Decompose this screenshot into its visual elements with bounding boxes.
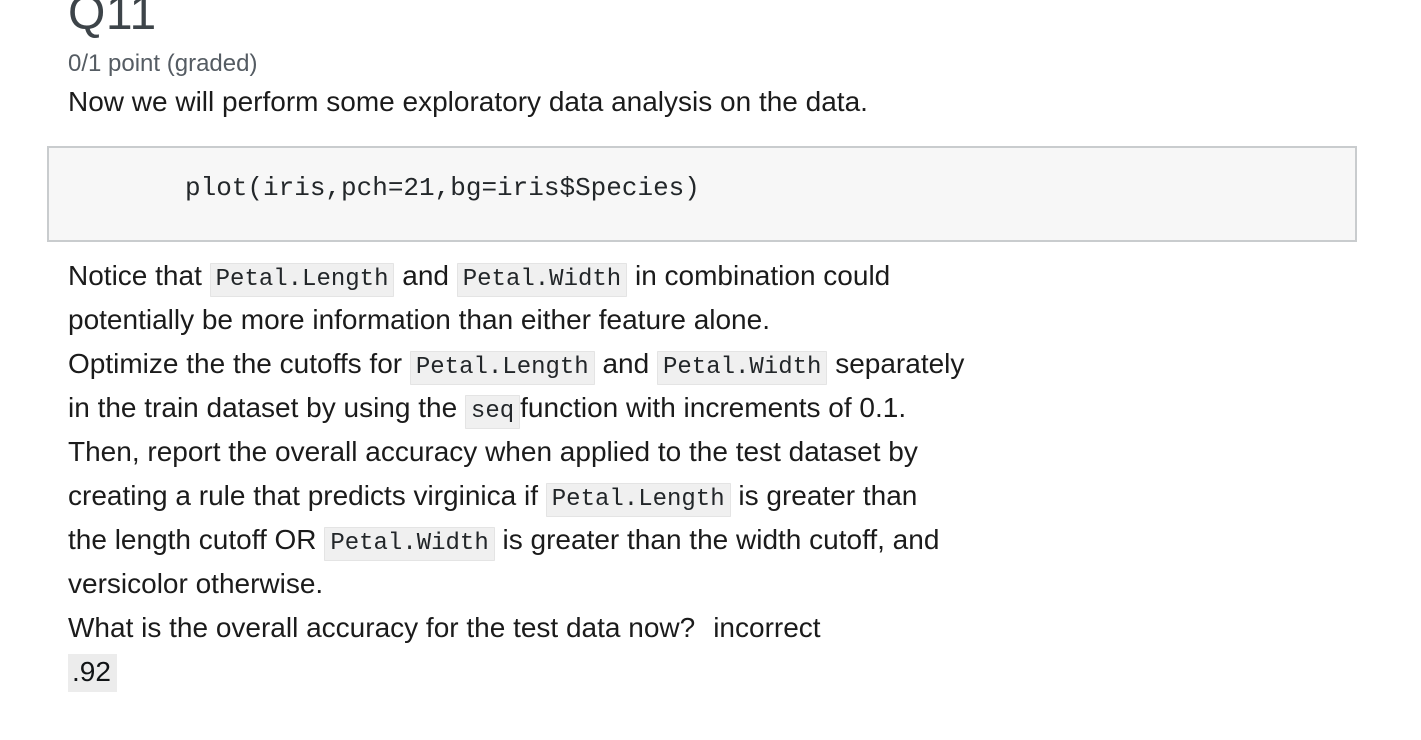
answer-value: .92 — [68, 653, 117, 693]
prompt-body: Notice that Petal.Length and Petal.Width… — [68, 254, 1328, 694]
prompt-line-6-text-a: creating a rule that predicts virginica … — [68, 479, 546, 511]
prompt-question-text: What is the overall accuracy for the tes… — [68, 611, 696, 643]
prompt-line-3: Optimize the the cutoffs for Petal.Lengt… — [68, 342, 1328, 386]
inline-code-petal-length-1: Petal.Length — [209, 263, 395, 298]
prompt-line-1-text-a: Notice that — [68, 260, 210, 292]
prompt-line-1: Notice that Petal.Length and Petal.Width… — [68, 254, 1328, 298]
prompt-line-7-text-a: the length cutoff OR — [68, 523, 325, 555]
prompt-line-4: in the train dataset by using the seq fun… — [68, 386, 1328, 430]
intro-paragraph: Now we will perform some exploratory dat… — [68, 86, 868, 118]
prompt-line-8: versicolor otherwise. — [68, 567, 324, 599]
code-block-text: plot(iris,pch=21,bg=iris$Species) — [185, 173, 700, 204]
inline-code-petal-width-2: Petal.Width — [656, 351, 828, 386]
prompt-line-9: What is the overall accuracy for the tes… — [68, 606, 1328, 650]
prompt-line-3-text-b: and — [594, 348, 657, 380]
inline-code-petal-width-1: Petal.Width — [456, 263, 628, 298]
prompt-line-6: creating a rule that predicts virginica … — [68, 474, 1328, 518]
prompt-line-7: the length cutoff OR Petal.Width is grea… — [68, 518, 1328, 562]
prompt-line-3-text-c: separately — [827, 348, 965, 380]
question-content: Q11 0/1 point (graded) Now we will perfo… — [47, 0, 1368, 694]
question-page: Q11 0/1 point (graded) Now we will perfo… — [0, 0, 1421, 740]
inline-code-petal-length-3: Petal.Length — [545, 482, 731, 517]
code-block: plot(iris,pch=21,bg=iris$Species) — [47, 146, 1357, 243]
inline-code-petal-width-3: Petal.Width — [324, 526, 495, 561]
inline-code-petal-length-2: Petal.Length — [409, 351, 595, 386]
answer-line: .92 — [68, 650, 1328, 694]
points-graded-label: 0/1 point (graded) — [68, 49, 258, 77]
status-badge: incorrect — [713, 611, 821, 643]
prompt-line-4-text-a: in the train dataset by using the — [68, 392, 465, 424]
prompt-line-6-text-b: is greater than — [730, 479, 918, 511]
prompt-line-1-text-b: and — [394, 260, 457, 292]
inline-code-seq: seq — [464, 395, 521, 430]
prompt-line-2: potentially be more information than eit… — [68, 304, 770, 336]
prompt-line-3-text-a: Optimize the the cutoffs for — [68, 348, 410, 380]
prompt-line-7-text-b: is greater than the width cutoff, and — [494, 523, 940, 555]
prompt-line-4-text-b: function with increments of 0.1. — [520, 392, 907, 424]
prompt-line-1-text-c: in combination could — [627, 260, 891, 292]
prompt-line-5: Then, report the overall accuracy when a… — [68, 435, 918, 467]
page-title: Q11 — [68, 0, 157, 40]
